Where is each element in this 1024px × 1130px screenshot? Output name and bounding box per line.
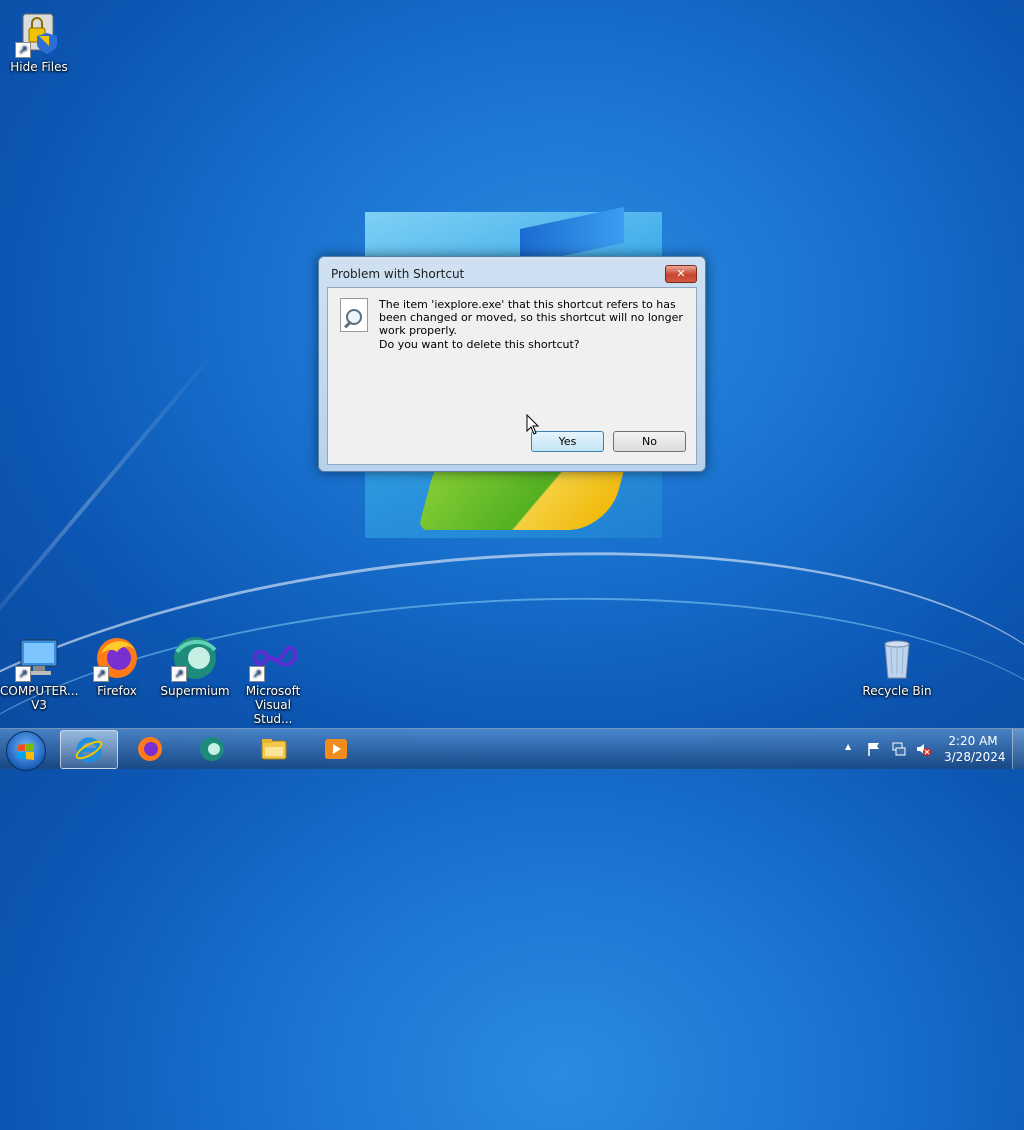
firefox-icon bbox=[138, 737, 162, 761]
desktop-icon-supermium[interactable]: ↗ Supermium bbox=[156, 634, 234, 698]
shortcut-arrow-icon: ↗ bbox=[15, 666, 31, 682]
shortcut-arrow-icon: ↗ bbox=[15, 42, 31, 58]
desktop-icon-label: Recycle Bin bbox=[862, 684, 932, 698]
volume-muted-icon[interactable] bbox=[915, 741, 931, 757]
desktop-icon-label: Supermium bbox=[160, 684, 230, 698]
start-button[interactable] bbox=[6, 731, 46, 771]
taskbar-supermium[interactable] bbox=[184, 730, 240, 767]
taskbar-file-explorer[interactable] bbox=[246, 730, 302, 767]
dialog-question: Do you want to delete this shortcut? bbox=[379, 338, 580, 351]
shortcut-arrow-icon: ↗ bbox=[93, 666, 109, 682]
lock-shield-icon: ↗ bbox=[15, 10, 63, 58]
mouse-cursor-icon bbox=[526, 414, 540, 435]
shortcut-arrow-icon: ↗ bbox=[249, 666, 265, 682]
desktop-icon-label-line2: V3 bbox=[31, 698, 47, 712]
no-button[interactable]: No bbox=[613, 431, 686, 452]
media-player-icon bbox=[325, 739, 347, 759]
shortcut-arrow-icon: ↗ bbox=[171, 666, 187, 682]
windows-logo-icon bbox=[18, 743, 34, 760]
internet-explorer-icon bbox=[75, 737, 103, 763]
desktop-icon-label: Microsoft bbox=[245, 684, 301, 698]
firefox-icon: ↗ bbox=[93, 634, 141, 682]
desktop-icon-label-line2: Visual Stud... bbox=[253, 698, 293, 726]
network-icon[interactable] bbox=[891, 741, 907, 757]
visual-studio-icon: ↗ bbox=[249, 634, 298, 682]
taskbar-media-player[interactable] bbox=[308, 730, 364, 767]
recycle-bin-icon bbox=[873, 634, 921, 682]
computer-monitor-icon: ↗ bbox=[15, 634, 63, 682]
desktop-icon-recycle-bin[interactable]: Recycle Bin bbox=[858, 634, 936, 698]
desktop-icon-firefox[interactable]: ↗ Firefox bbox=[78, 634, 156, 698]
system-clock[interactable]: 2:20 AM 3/28/2024 bbox=[944, 733, 1006, 765]
yes-button[interactable]: Yes bbox=[531, 431, 604, 452]
clock-time: 2:20 AM bbox=[948, 734, 998, 748]
desktop-icon-label: Hide Files bbox=[10, 60, 68, 74]
taskbar-internet-explorer[interactable] bbox=[60, 730, 118, 769]
dialog-title: Problem with Shortcut bbox=[331, 267, 465, 281]
desktop-icon-hide-files[interactable]: ↗ Hide Files bbox=[0, 10, 78, 74]
dialog-body: The item 'iexplore.exe' that this shortc… bbox=[327, 287, 697, 465]
supermium-icon bbox=[200, 737, 224, 761]
clock-date: 3/28/2024 bbox=[944, 750, 1006, 764]
taskbar-firefox[interactable] bbox=[122, 730, 178, 767]
supermium-icon: ↗ bbox=[171, 634, 219, 682]
taskbar: ▲ 2:20 AM 3/28/2024 bbox=[0, 728, 1024, 771]
problem-with-shortcut-dialog: Problem with Shortcut ✕ The item 'iexplo… bbox=[318, 256, 706, 472]
desktop-icon-label: Firefox bbox=[97, 684, 137, 698]
broken-shortcut-icon bbox=[340, 298, 368, 332]
dialog-message: The item 'iexplore.exe' that this shortc… bbox=[379, 298, 683, 337]
action-center-flag-icon[interactable] bbox=[866, 741, 882, 757]
folder-icon bbox=[261, 739, 287, 760]
show-desktop-button[interactable] bbox=[1012, 729, 1024, 769]
desktop-icon-label: COMPUTER... bbox=[0, 684, 79, 698]
close-button[interactable]: ✕ bbox=[665, 265, 697, 283]
desktop-icon-visual-studio[interactable]: ↗ Microsoft Visual Stud... bbox=[234, 634, 312, 726]
tray-overflow-chevron[interactable]: ▲ bbox=[845, 742, 851, 751]
desktop-icon-computer-v3[interactable]: ↗ COMPUTER... V3 bbox=[0, 634, 78, 712]
